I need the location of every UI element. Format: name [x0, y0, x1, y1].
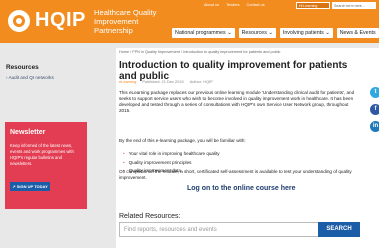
- logo-mark-icon: [8, 9, 30, 32]
- nav-resources[interactable]: Resources ⌄: [238, 28, 276, 38]
- nav-news-events[interactable]: News & Events: [336, 28, 379, 38]
- site-header: HQIP Healthcare Quality Improvement Part…: [0, 0, 379, 43]
- outcomes-intro: By the end of this e-learning package, y…: [119, 138, 246, 143]
- chevron-down-icon: ⌄: [325, 30, 330, 36]
- page: HQIP Healthcare Quality Improvement Part…: [0, 0, 379, 248]
- sidebar-link-audit-networks[interactable]: › Audit and QI networks: [6, 75, 54, 80]
- nav-label: News & Events: [339, 30, 376, 36]
- top-link-about[interactable]: About us: [204, 3, 219, 7]
- tagline: Healthcare Quality Improvement Partnersh…: [94, 8, 157, 35]
- logo-text: HQIP: [35, 9, 86, 31]
- intro-paragraph: This eLearning package replaces our prev…: [119, 90, 355, 113]
- completion-paragraph: On completion of the module, a short, ce…: [119, 169, 352, 180]
- related-search-input[interactable]: Find reports, resources and events: [119, 222, 319, 237]
- linkedin-icon[interactable]: in: [370, 121, 379, 132]
- twitter-icon[interactable]: t: [370, 87, 379, 98]
- list-item: Quality improvement principles: [123, 159, 220, 168]
- sidebar-link-label: Audit and QI networks: [8, 75, 54, 80]
- meta-published: Published: 21 Dec 2015: [142, 79, 184, 84]
- newsletter-heading: Newsletter: [10, 129, 46, 136]
- meta-type: eLearning: [119, 79, 137, 84]
- top-link-tenders[interactable]: Tenders: [226, 3, 240, 7]
- chevron-down-icon: ⌄: [227, 30, 232, 36]
- header-search-input[interactable]: Search term here...: [332, 2, 376, 9]
- nav-label: Involving patients: [282, 30, 324, 36]
- account-dropdown[interactable]: Hi Learning: [296, 2, 330, 9]
- nav-label: Resources: [241, 30, 267, 36]
- top-links: About us Tenders Contact us: [204, 3, 265, 7]
- newsletter-panel: Newsletter Keep informed of the latest n…: [5, 122, 87, 209]
- nav-involving-patients[interactable]: Involving patients ⌄: [279, 28, 333, 38]
- signup-button[interactable]: ↗ SIGN UP TODAY: [10, 182, 50, 191]
- course-login-link[interactable]: Log on to the online course here: [187, 185, 296, 192]
- breadcrumb[interactable]: Home / FPN in Quality Improvement / Intr…: [119, 50, 280, 54]
- meta-author: Author: HQIP: [189, 79, 213, 84]
- signup-label: SIGN UP TODAY: [16, 184, 48, 189]
- article-meta: eLearning Published: 21 Dec 2015 Author:…: [119, 79, 213, 84]
- facebook-icon[interactable]: f: [370, 104, 379, 115]
- nav-label: National programmes: [175, 30, 226, 36]
- chevron-down-icon: ⌄: [268, 30, 273, 36]
- search-button[interactable]: SEARCH: [318, 222, 360, 237]
- resources-heading: Resources: [6, 64, 39, 71]
- nav-national-programmes[interactable]: National programmes ⌄: [172, 28, 235, 38]
- related-heading: Related Resources:: [119, 213, 181, 220]
- list-item: Your vital role in improving healthcare …: [123, 150, 220, 159]
- newsletter-text: Keep informed of the latest news, events…: [10, 143, 74, 166]
- top-link-contact[interactable]: Contact us: [247, 3, 265, 7]
- main-nav: National programmes ⌄ Resources ⌄ Involv…: [172, 28, 379, 38]
- logo[interactable]: HQIP: [8, 9, 86, 32]
